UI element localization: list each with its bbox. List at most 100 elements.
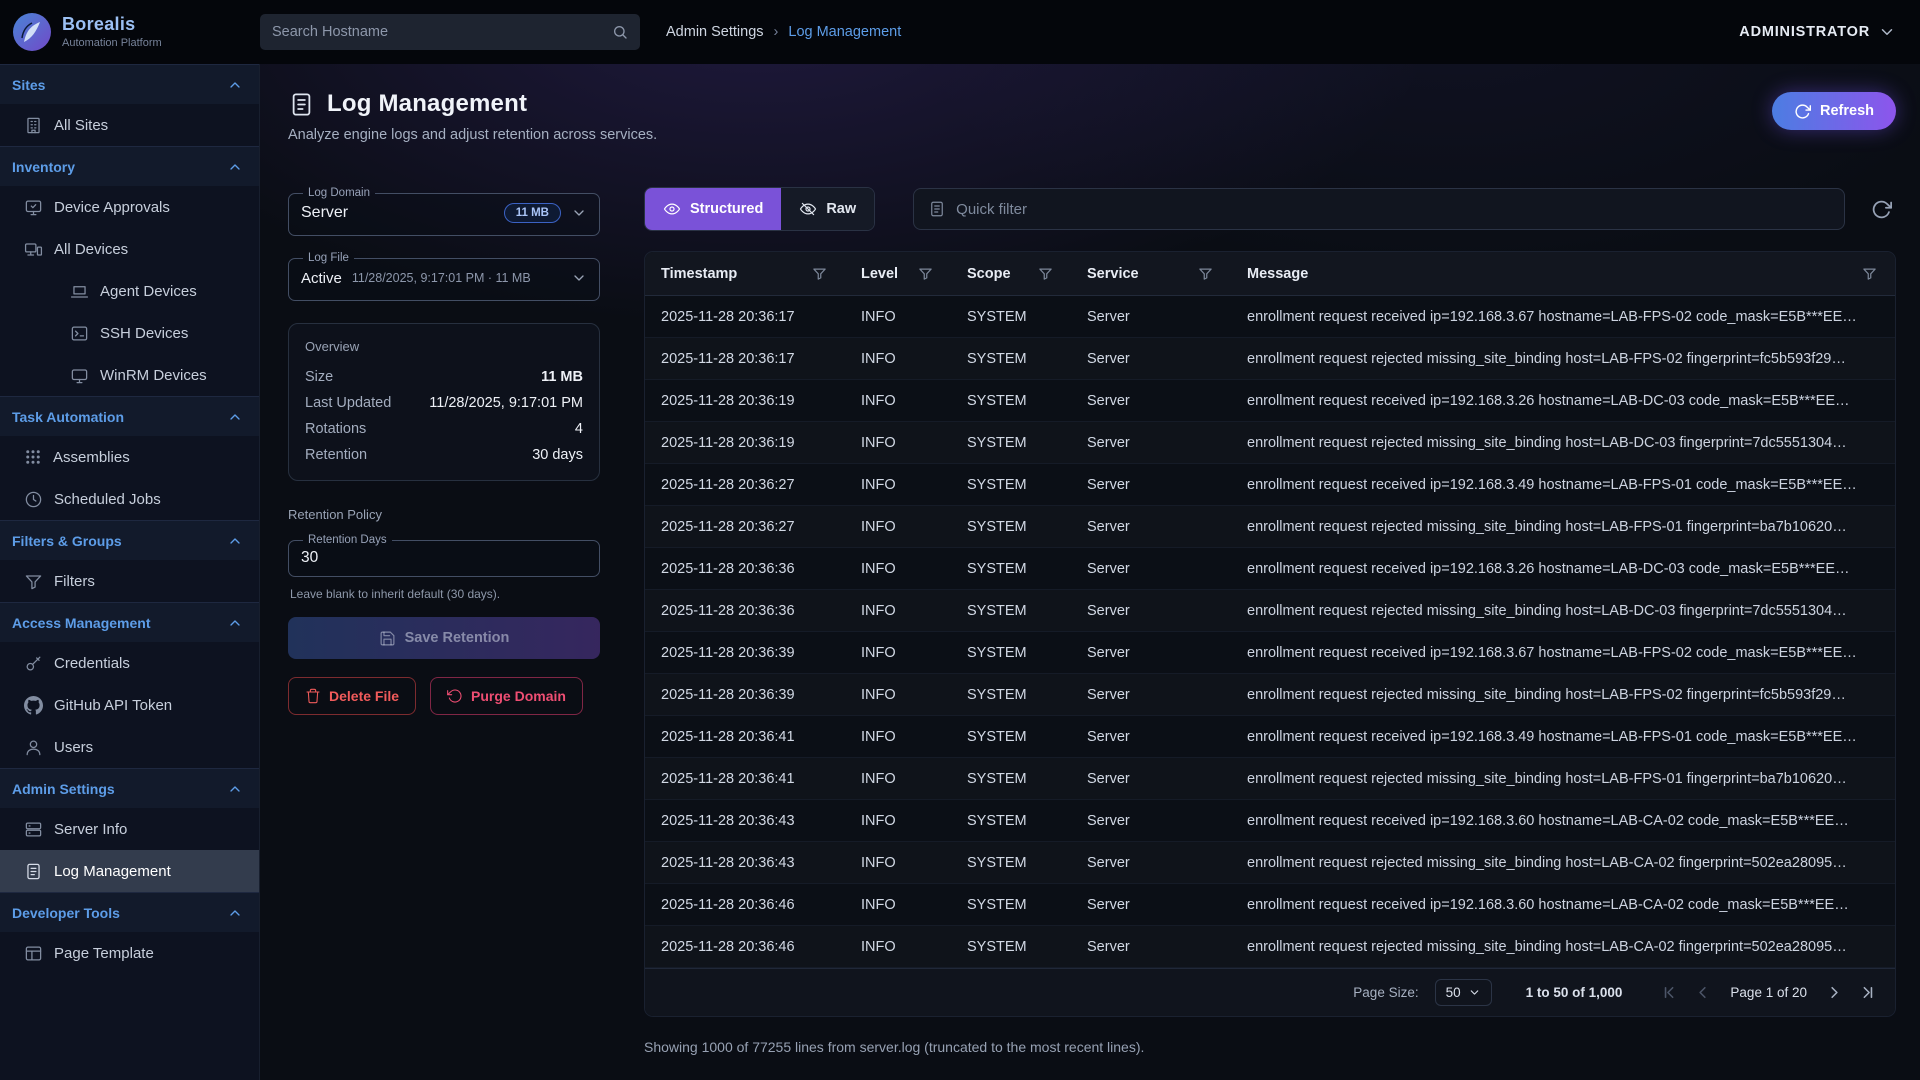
purge-domain-button[interactable]: Purge Domain (430, 677, 583, 715)
cell-level: INFO (845, 855, 951, 871)
log-row[interactable]: 2025-11-28 20:36:43 INFO SYSTEM Server e… (645, 842, 1895, 884)
sidebar-item-label: Page Template (54, 945, 154, 962)
cell-level: INFO (845, 477, 951, 493)
breadcrumb-log-management[interactable]: Log Management (788, 24, 901, 40)
log-row[interactable]: 2025-11-28 20:36:43 INFO SYSTEM Server e… (645, 800, 1895, 842)
section-header-admin-settings[interactable]: Admin Settings (0, 768, 259, 808)
log-row[interactable]: 2025-11-28 20:36:17 INFO SYSTEM Server e… (645, 296, 1895, 338)
log-row[interactable]: 2025-11-28 20:36:27 INFO SYSTEM Server e… (645, 464, 1895, 506)
cell-scope: SYSTEM (951, 771, 1071, 787)
sidebar-item-credentials[interactable]: Credentials (0, 642, 259, 684)
log-row[interactable]: 2025-11-28 20:36:46 INFO SYSTEM Server e… (645, 926, 1895, 968)
section-header-sites[interactable]: Sites (0, 64, 259, 104)
prev-page-button[interactable] (1691, 981, 1714, 1004)
brand[interactable]: Borealis Automation Platform (12, 12, 248, 52)
user-menu[interactable]: ADMINISTRATOR (1739, 23, 1896, 41)
cell-message: enrollment request rejected missing_site… (1231, 435, 1895, 451)
retention-days-input[interactable] (301, 547, 587, 567)
view-mode-toggle: Structured Raw (644, 187, 875, 231)
table-refresh-button[interactable] (1867, 195, 1896, 224)
eye-icon (663, 200, 681, 218)
quick-filter-input[interactable] (956, 201, 1830, 218)
sidebar-item-users[interactable]: Users (0, 726, 259, 768)
cell-service: Server (1071, 729, 1231, 745)
cell-service: Server (1071, 897, 1231, 913)
overview-row: Retention 30 days (305, 442, 583, 468)
page-size-select[interactable]: 50 (1435, 979, 1492, 1006)
log-file-value: Active (301, 270, 342, 287)
log-row[interactable]: 2025-11-28 20:36:41 INFO SYSTEM Server e… (645, 716, 1895, 758)
log-domain-select[interactable]: Log Domain Server 11 MB (288, 187, 600, 236)
log-row[interactable]: 2025-11-28 20:36:17 INFO SYSTEM Server e… (645, 338, 1895, 380)
next-page-button[interactable] (1823, 981, 1846, 1004)
sidebar-item-assemblies[interactable]: Assemblies (0, 436, 259, 478)
sidebar-item-filters[interactable]: Filters (0, 560, 259, 602)
sidebar-item-device-approvals[interactable]: Device Approvals (0, 186, 259, 228)
col-scope: Scope (967, 266, 1011, 282)
cell-message: enrollment request received ip=192.168.3… (1231, 393, 1895, 409)
section-header-access-management[interactable]: Access Management (0, 602, 259, 642)
log-row[interactable]: 2025-11-28 20:36:39 INFO SYSTEM Server e… (645, 632, 1895, 674)
delete-file-button[interactable]: Delete File (288, 677, 416, 715)
search-input[interactable] (272, 24, 612, 40)
log-table: Timestamp Level Scope Service Message 20… (644, 251, 1896, 1017)
log-row[interactable]: 2025-11-28 20:36:36 INFO SYSTEM Server e… (645, 590, 1895, 632)
first-page-button[interactable] (1658, 981, 1681, 1004)
sidebar-item-log-management[interactable]: Log Management (0, 850, 259, 892)
refresh-button[interactable]: Refresh (1772, 92, 1896, 130)
sidebar-item-scheduled-jobs[interactable]: Scheduled Jobs (0, 478, 259, 520)
structured-toggle[interactable]: Structured (645, 188, 781, 230)
log-domain-label: Log Domain (303, 187, 375, 199)
cell-level: INFO (845, 771, 951, 787)
cell-message: enrollment request rejected missing_site… (1231, 939, 1895, 955)
log-row[interactable]: 2025-11-28 20:36:19 INFO SYSTEM Server e… (645, 380, 1895, 422)
log-row[interactable]: 2025-11-28 20:36:39 INFO SYSTEM Server e… (645, 674, 1895, 716)
sidebar-item-page-template[interactable]: Page Template (0, 932, 259, 974)
chevron-down-icon (1878, 23, 1896, 41)
cell-timestamp: 2025-11-28 20:36:36 (645, 603, 845, 619)
sidebar-item-ssh-devices[interactable]: SSH Devices (0, 312, 259, 354)
filter-icon[interactable] (1862, 266, 1877, 281)
cell-scope: SYSTEM (951, 813, 1071, 829)
save-retention-button[interactable]: Save Retention (288, 617, 600, 659)
section-header-task-automation[interactable]: Task Automation (0, 396, 259, 436)
raw-label: Raw (826, 201, 856, 217)
sidebar-item-agent-devices[interactable]: Agent Devices (0, 270, 259, 312)
cell-level: INFO (845, 687, 951, 703)
filter-icon[interactable] (812, 266, 827, 281)
section-header-developer-tools[interactable]: Developer Tools (0, 892, 259, 932)
filter-icon[interactable] (1198, 266, 1213, 281)
filter-icon[interactable] (918, 266, 933, 281)
breadcrumb-admin-settings[interactable]: Admin Settings (666, 24, 764, 40)
overview-row-label: Rotations (305, 421, 366, 437)
filter-icon[interactable] (1038, 266, 1053, 281)
cell-scope: SYSTEM (951, 939, 1071, 955)
cell-message: enrollment request rejected missing_site… (1231, 687, 1895, 703)
cell-level: INFO (845, 561, 951, 577)
row-range: 1 to 50 of 1,000 (1526, 985, 1623, 1000)
sidebar-item-all-sites[interactable]: All Sites (0, 104, 259, 146)
last-page-button[interactable] (1856, 981, 1879, 1004)
log-row[interactable]: 2025-11-28 20:36:41 INFO SYSTEM Server e… (645, 758, 1895, 800)
log-file-select[interactable]: Log File Active 11/28/2025, 9:17:01 PM ·… (288, 252, 600, 301)
history-icon (447, 688, 463, 704)
log-row[interactable]: 2025-11-28 20:36:27 INFO SYSTEM Server e… (645, 506, 1895, 548)
log-row[interactable]: 2025-11-28 20:36:19 INFO SYSTEM Server e… (645, 422, 1895, 464)
sidebar-item-all-devices[interactable]: All Devices (0, 228, 259, 270)
sidebar-item-github-api-token[interactable]: GitHub API Token (0, 684, 259, 726)
cell-message: enrollment request received ip=192.168.3… (1231, 477, 1895, 493)
cell-message: enrollment request received ip=192.168.3… (1231, 729, 1895, 745)
cell-service: Server (1071, 813, 1231, 829)
chevron-up-icon (227, 533, 243, 549)
sidebar-item-server-info[interactable]: Server Info (0, 808, 259, 850)
log-row[interactable]: 2025-11-28 20:36:36 INFO SYSTEM Server e… (645, 548, 1895, 590)
cell-timestamp: 2025-11-28 20:36:17 (645, 351, 845, 367)
log-row[interactable]: 2025-11-28 20:36:46 INFO SYSTEM Server e… (645, 884, 1895, 926)
cell-message: enrollment request rejected missing_site… (1231, 855, 1895, 871)
raw-toggle[interactable]: Raw (781, 188, 874, 230)
next-page-icon (1825, 983, 1844, 1002)
cell-scope: SYSTEM (951, 477, 1071, 493)
sidebar-item-winrm-devices[interactable]: WinRM Devices (0, 354, 259, 396)
section-header-inventory[interactable]: Inventory (0, 146, 259, 186)
section-header-filters-groups[interactable]: Filters & Groups (0, 520, 259, 560)
